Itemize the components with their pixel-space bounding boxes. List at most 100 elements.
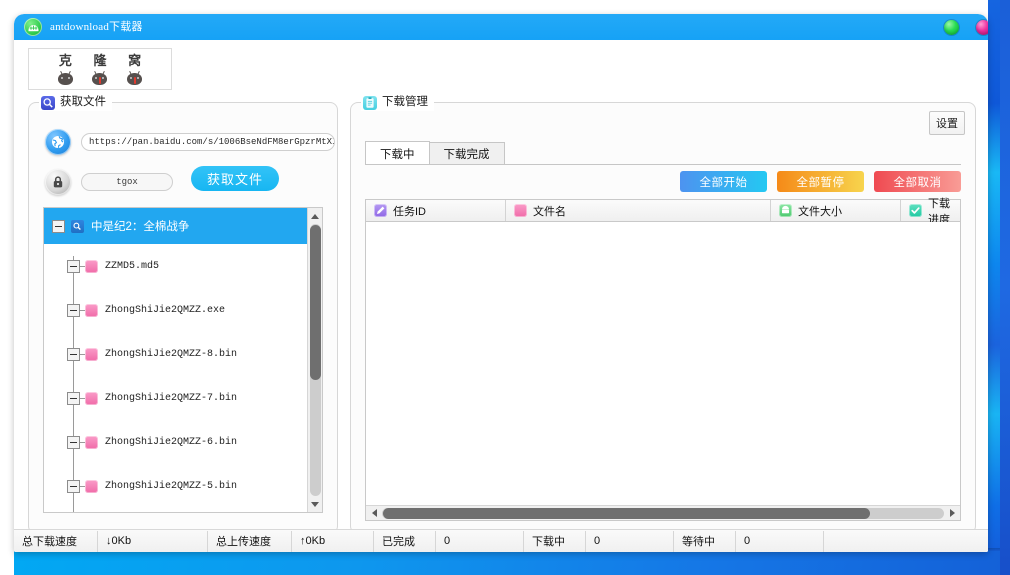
status-bar: 总下载速度 ↓0Kb 总上传速度 ↑0Kb 已完成 0 下载中 0 等待中 0 [14, 529, 988, 552]
tree-item-label: ZhongShiJie2QMZZ-5.bin [105, 481, 237, 492]
file-tree-vertical-scrollbar[interactable] [307, 208, 322, 512]
status-spacer [824, 531, 988, 552]
column-header-filename[interactable]: 文件名 [506, 200, 771, 221]
download-table-body[interactable] [366, 222, 960, 500]
fetch-files-label: 获取文件 [60, 94, 106, 111]
window-title: antdownload下载器 [50, 19, 143, 36]
status-downloading-label: 下载中 [524, 531, 586, 552]
tree-root-node[interactable]: 中是纪2：全棉战争 [44, 208, 308, 244]
column-header-label: 任务ID [393, 203, 426, 219]
task-id-icon [374, 204, 387, 217]
file-icon [85, 392, 98, 405]
bulk-action-buttons: 全部开始 全部暂停 全部取消 [680, 171, 961, 192]
column-header-label: 文件大小 [798, 203, 842, 219]
tree-item-label: ZZMD5.md5 [105, 261, 159, 272]
status-completed-label: 已完成 [374, 531, 436, 552]
status-waiting-label: 等待中 [674, 531, 736, 552]
status-completed-value: 0 [436, 531, 524, 552]
expand-icon[interactable] [67, 348, 80, 361]
desktop-background-edge [1000, 0, 1010, 575]
expand-icon[interactable] [67, 480, 80, 493]
tree-item[interactable]: ZhongShiJie2QMZZ-8.bin [44, 340, 308, 368]
expand-icon[interactable] [67, 392, 80, 405]
column-header-task-id[interactable]: 任务ID [366, 200, 506, 221]
scroll-up-icon[interactable] [308, 209, 322, 223]
tree-item[interactable]: ZZMD5.md5 [44, 252, 308, 280]
download-table-header: 任务ID 文件名 [366, 200, 960, 222]
desktop-background-bottom [14, 551, 1000, 575]
tree-node-label: 中是纪2：全棉战争 [91, 218, 189, 234]
status-downloading-value: 0 [586, 531, 674, 552]
fetch-files-panel-title: 获取文件 [39, 94, 112, 111]
brand-char-1: 克 [59, 50, 72, 69]
status-total-upload-speed-label: 总上传速度 [208, 531, 292, 552]
lock-icon[interactable] [45, 169, 71, 195]
scroll-down-icon[interactable] [308, 497, 322, 511]
search-icon [41, 96, 55, 110]
file-icon [85, 480, 98, 493]
fetch-files-button[interactable]: 获取文件 [191, 166, 279, 191]
brand-ant-faces [48, 68, 152, 87]
tree-item-label: ZhongShiJie2QMZZ.exe [105, 305, 225, 316]
tree-item-label: ZhongShiJie2QMZZ-7.bin [105, 393, 237, 404]
minimize-button[interactable] [944, 20, 959, 35]
ant-face-icon [58, 71, 73, 85]
tree-item[interactable]: ZhongShiJie2QMZZ-5.bin [44, 472, 308, 500]
download-tabs: 下载中 下载完成 [365, 141, 961, 165]
ant-face-icon [92, 71, 107, 85]
file-icon [85, 436, 98, 449]
tree-item-label: ZhongShiJie2QMZZ-8.bin [105, 349, 237, 360]
scroll-right-icon[interactable] [945, 506, 959, 520]
column-header-label: 文件名 [533, 203, 566, 219]
fetch-files-panel: 获取文件 https://pan.baidu.com/s/1006BseNdFM… [28, 102, 338, 534]
status-total-download-speed-value: ↓0Kb [98, 531, 208, 552]
cancel-all-button[interactable]: 全部取消 [874, 171, 961, 192]
tree-item[interactable]: ZhongShiJie2QMZZ-6.bin [44, 428, 308, 456]
screen: antdownload下载器 克 隆 窝 [0, 0, 1010, 575]
status-total-upload-speed-value: ↑0Kb [292, 531, 374, 552]
tab-completed[interactable]: 下载完成 [429, 142, 505, 165]
download-manager-panel-title: 下载管理 [361, 94, 434, 111]
status-total-download-speed-label: 总下载速度 [14, 531, 98, 552]
tree-item-label: ZhongShiJie2QMZZ-6.bin [105, 437, 237, 448]
brand-char-2: 隆 [93, 50, 106, 69]
brand-char-3: 窝 [128, 50, 141, 69]
close-button[interactable] [976, 20, 988, 35]
download-manager-label: 下载管理 [382, 94, 428, 111]
column-header-progress[interactable]: 下载进度 [901, 200, 960, 221]
pause-all-button[interactable]: 全部暂停 [777, 171, 864, 192]
check-icon [909, 204, 922, 217]
url-input[interactable]: https://pan.baidu.com/s/1006BseNdFM8erGp… [81, 133, 335, 151]
globe-icon[interactable] [45, 129, 71, 155]
download-table-horizontal-scrollbar[interactable] [366, 505, 960, 520]
expand-icon[interactable] [67, 260, 80, 273]
tree-item[interactable]: ZhongShiJie2QMZZ.exe [44, 296, 308, 324]
ant-face-icon [127, 71, 142, 85]
scrollbar-thumb[interactable] [310, 225, 321, 380]
column-header-filesize[interactable]: 文件大小 [771, 200, 901, 221]
ant-nest-icon [24, 18, 42, 36]
file-tree: 中是纪2：全棉战争 ZZMD5.md5 [43, 207, 323, 513]
settings-button[interactable]: 设置 [929, 111, 965, 135]
password-input[interactable]: tgox [81, 173, 173, 191]
size-icon [779, 204, 792, 217]
tab-downloading[interactable]: 下载中 [365, 141, 430, 165]
scroll-left-icon[interactable] [367, 506, 381, 520]
file-icon [85, 348, 98, 361]
tree-item[interactable]: ZhongShiJie2QMZZ-7.bin [44, 384, 308, 412]
window-client-area: 克 隆 窝 [14, 40, 988, 552]
app-window: antdownload下载器 克 隆 窝 [14, 14, 988, 552]
file-tree-scroll-area: 中是纪2：全棉战争 ZZMD5.md5 [44, 208, 308, 512]
expand-icon[interactable] [67, 304, 80, 317]
download-table: 任务ID 文件名 [365, 199, 961, 521]
folder-icon [71, 220, 84, 233]
status-waiting-value: 0 [736, 531, 824, 552]
start-all-button[interactable]: 全部开始 [680, 171, 767, 192]
file-icon [85, 260, 98, 273]
file-icon [514, 204, 527, 217]
scrollbar-thumb[interactable] [383, 508, 870, 519]
expand-icon[interactable] [67, 436, 80, 449]
title-bar: antdownload下载器 [14, 14, 988, 40]
file-icon [85, 304, 98, 317]
collapse-icon[interactable] [52, 220, 65, 233]
